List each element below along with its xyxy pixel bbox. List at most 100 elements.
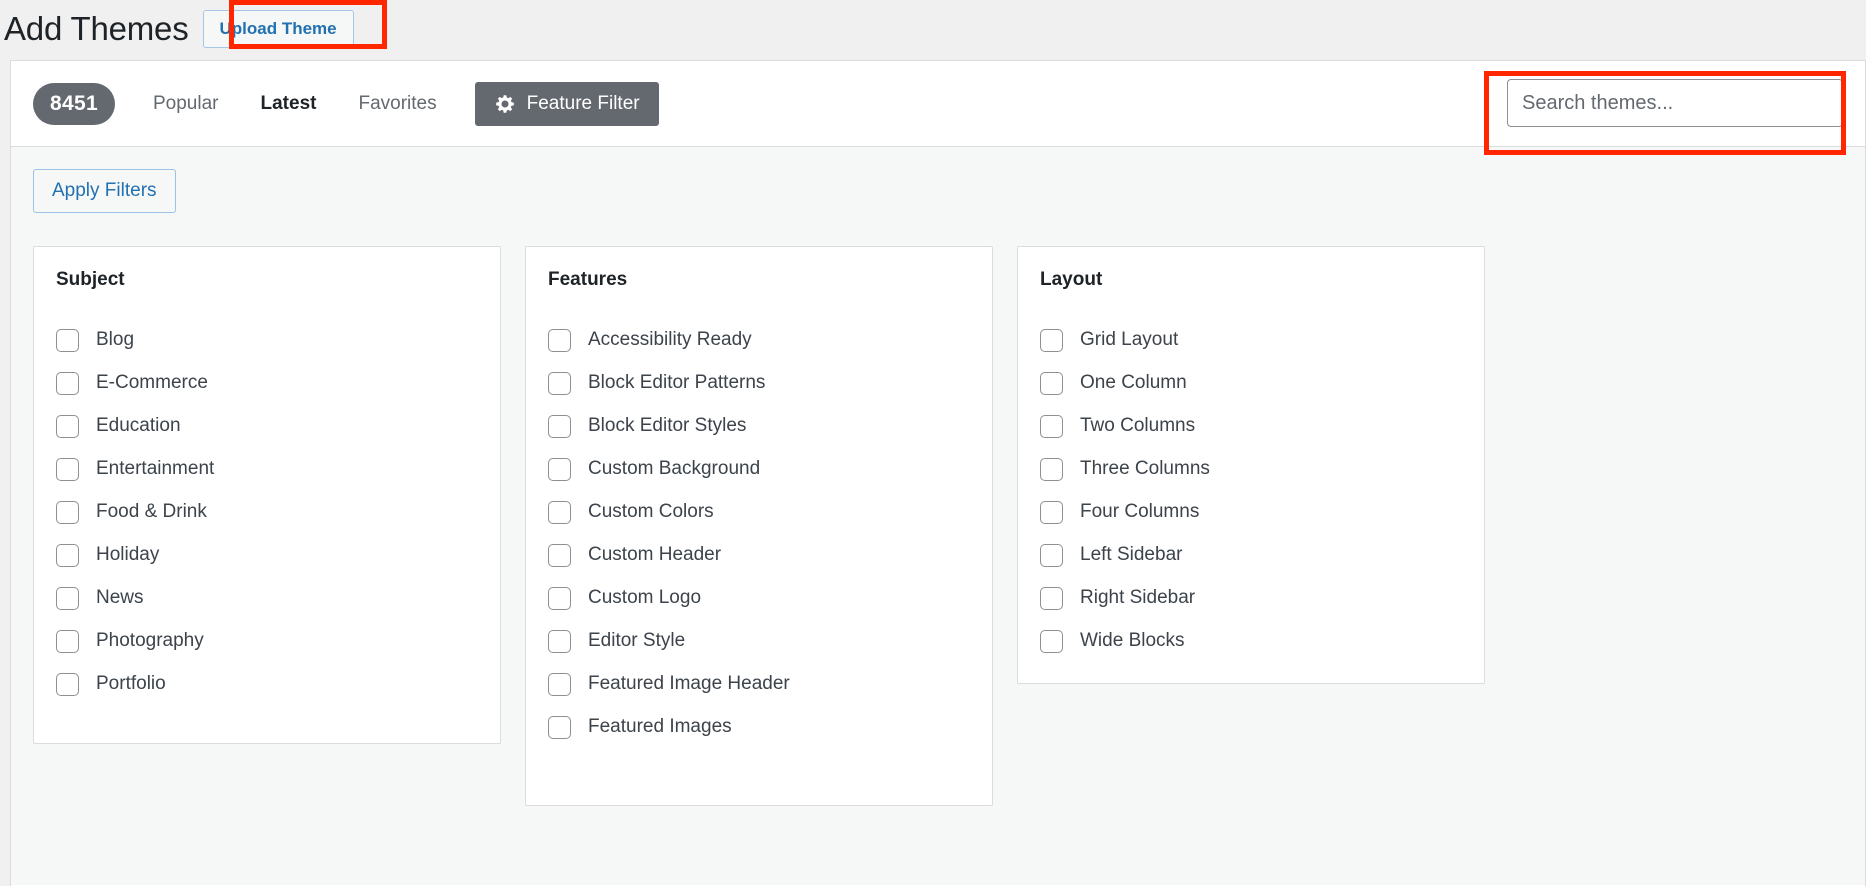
filter-option-wide-blocks[interactable]: Wide Blocks (1040, 620, 1462, 663)
checkbox-icon[interactable] (1040, 457, 1063, 481)
page-header: Add Themes Upload Theme (0, 0, 1866, 58)
filter-option-label: Custom Colors (588, 500, 714, 522)
filter-option-custom-background[interactable]: Custom Background (548, 448, 970, 491)
checkbox-icon[interactable] (548, 500, 571, 524)
filter-option-education[interactable]: Education (56, 405, 478, 448)
filter-group-layout: Layout Grid Layout One Column Two Column… (1017, 246, 1485, 684)
filter-option-block-editor-styles[interactable]: Block Editor Styles (548, 405, 970, 448)
filter-option-label: Blog (96, 328, 135, 350)
filter-option-label: Entertainment (96, 457, 215, 479)
filter-option-custom-header[interactable]: Custom Header (548, 534, 970, 577)
checkbox-icon[interactable] (1040, 629, 1063, 653)
checkbox-icon[interactable] (548, 414, 571, 438)
checkbox-icon[interactable] (56, 586, 79, 610)
checkbox-icon[interactable] (56, 371, 79, 395)
checkbox-icon[interactable] (56, 629, 79, 653)
filter-option-e-commerce[interactable]: E-Commerce (56, 362, 478, 405)
filter-option-label: Right Sidebar (1080, 586, 1196, 608)
theme-count-badge: 8451 (33, 82, 115, 125)
tab-favorites[interactable]: Favorites (354, 93, 440, 115)
filter-option-three-columns[interactable]: Three Columns (1040, 448, 1462, 491)
filter-option-label: E-Commerce (96, 371, 208, 393)
filter-option-label: Holiday (96, 543, 160, 565)
filter-groups: Subject Blog E-Commerce Education Entert… (33, 246, 1843, 806)
feature-filter-button[interactable]: Feature Filter (474, 81, 659, 126)
filter-option-grid-layout[interactable]: Grid Layout (1040, 319, 1462, 362)
filter-option-label: News (96, 586, 144, 608)
filter-group-title: Subject (56, 269, 125, 290)
checkbox-icon[interactable] (56, 414, 79, 438)
filter-option-label: Photography (96, 629, 204, 651)
checkbox-icon[interactable] (56, 500, 79, 524)
themes-panel: 8451 Popular Latest Favorites Feature Fi… (10, 60, 1866, 886)
filter-option-blog[interactable]: Blog (56, 319, 478, 362)
checkbox-icon[interactable] (56, 672, 79, 696)
filter-option-label: Editor Style (588, 629, 686, 651)
checkbox-icon[interactable] (548, 629, 571, 653)
checkbox-icon[interactable] (548, 672, 571, 696)
filter-option-label: Block Editor Patterns (588, 371, 766, 393)
checkbox-icon[interactable] (548, 586, 571, 610)
feature-filter-label: Feature Filter (526, 92, 640, 114)
checkbox-icon[interactable] (548, 371, 571, 395)
filter-option-label: Custom Logo (588, 586, 702, 608)
checkbox-icon[interactable] (56, 457, 79, 481)
filter-option-news[interactable]: News (56, 577, 478, 620)
tab-popular[interactable]: Popular (149, 93, 223, 115)
page-title: Add Themes (4, 9, 189, 47)
upload-theme-button[interactable]: Upload Theme (202, 10, 354, 48)
filter-option-entertainment[interactable]: Entertainment (56, 448, 478, 491)
tab-latest[interactable]: Latest (257, 93, 321, 115)
filter-option-label: Grid Layout (1080, 328, 1179, 350)
filter-group-title: Features (548, 269, 628, 290)
filter-option-two-columns[interactable]: Two Columns (1040, 405, 1462, 448)
feature-filter-drawer: Apply Filters Subject Blog E-Commerce Ed… (11, 147, 1865, 885)
apply-filters-button[interactable]: Apply Filters (33, 169, 176, 213)
checkbox-icon[interactable] (1040, 371, 1063, 395)
filter-option-label: Education (96, 414, 181, 436)
filter-option-block-editor-patterns[interactable]: Block Editor Patterns (548, 362, 970, 405)
filter-option-label: Food & Drink (96, 500, 207, 522)
filter-option-label: Three Columns (1080, 457, 1210, 479)
filter-option-photography[interactable]: Photography (56, 620, 478, 663)
search-themes-wrapper (1507, 79, 1843, 127)
theme-filter-bar: 8451 Popular Latest Favorites Feature Fi… (11, 61, 1865, 147)
filter-group-subject: Subject Blog E-Commerce Education Entert… (33, 246, 501, 744)
filter-option-editor-style[interactable]: Editor Style (548, 620, 970, 663)
checkbox-icon[interactable] (56, 543, 79, 567)
filter-option-four-columns[interactable]: Four Columns (1040, 491, 1462, 534)
filter-option-featured-image-header[interactable]: Featured Image Header (548, 663, 970, 706)
checkbox-icon[interactable] (1040, 500, 1063, 524)
filter-option-custom-colors[interactable]: Custom Colors (548, 491, 970, 534)
filter-option-label: One Column (1080, 371, 1187, 393)
search-themes-input[interactable] (1507, 79, 1843, 127)
checkbox-icon[interactable] (1040, 414, 1063, 438)
filter-option-right-sidebar[interactable]: Right Sidebar (1040, 577, 1462, 620)
filter-group-features: Features Accessibility Ready Block Edito… (525, 246, 993, 806)
checkbox-icon[interactable] (548, 328, 571, 352)
filter-option-one-column[interactable]: One Column (1040, 362, 1462, 405)
filter-option-label: Four Columns (1080, 500, 1200, 522)
checkbox-icon[interactable] (548, 543, 571, 567)
checkbox-icon[interactable] (1040, 586, 1063, 610)
checkbox-icon[interactable] (548, 457, 571, 481)
checkbox-icon[interactable] (548, 715, 571, 739)
add-themes-screen: Add Themes Upload Theme 8451 Popular Lat… (0, 0, 1866, 886)
filter-option-food-and-drink[interactable]: Food & Drink (56, 491, 478, 534)
filter-option-portfolio[interactable]: Portfolio (56, 663, 478, 706)
filter-option-label: Two Columns (1080, 414, 1196, 436)
filter-option-featured-images[interactable]: Featured Images (548, 706, 970, 749)
filter-option-label: Accessibility Ready (588, 328, 752, 350)
checkbox-icon[interactable] (56, 328, 79, 352)
checkbox-icon[interactable] (1040, 328, 1063, 352)
filter-option-accessibility-ready[interactable]: Accessibility Ready (548, 319, 970, 362)
filter-option-label: Left Sidebar (1080, 543, 1183, 565)
filter-option-label: Custom Background (588, 457, 761, 479)
filter-group-title: Layout (1040, 269, 1103, 290)
filter-option-label: Wide Blocks (1080, 629, 1185, 651)
checkbox-icon[interactable] (1040, 543, 1063, 567)
filter-option-left-sidebar[interactable]: Left Sidebar (1040, 534, 1462, 577)
filter-option-custom-logo[interactable]: Custom Logo (548, 577, 970, 620)
gear-icon (494, 93, 516, 115)
filter-option-holiday[interactable]: Holiday (56, 534, 478, 577)
